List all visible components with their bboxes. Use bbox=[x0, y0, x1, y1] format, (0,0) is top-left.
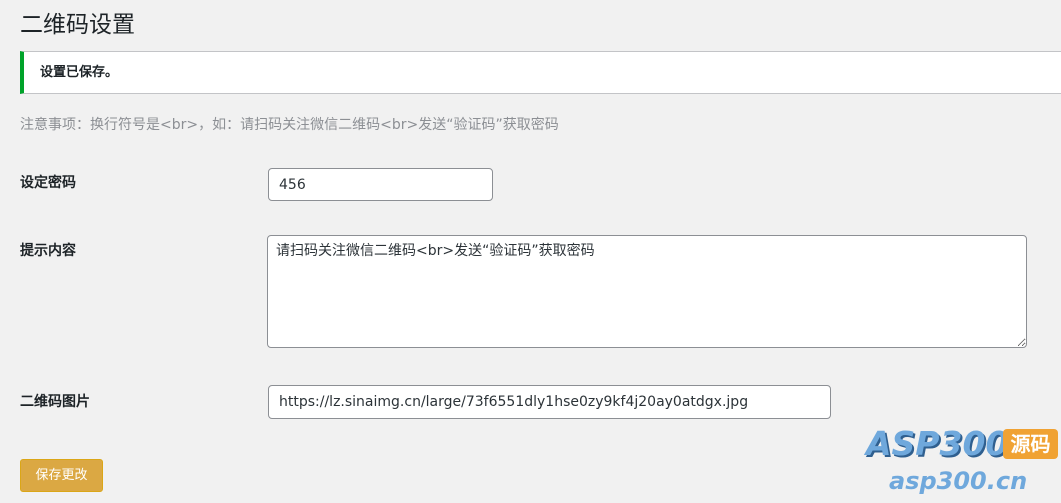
password-input[interactable] bbox=[268, 168, 493, 201]
success-notice: 设置已保存。 bbox=[20, 51, 1061, 94]
save-changes-button[interactable]: 保存更改 bbox=[20, 459, 103, 492]
watermark-badge: 源码 bbox=[1003, 429, 1058, 459]
notice-message: 设置已保存。 bbox=[40, 65, 119, 80]
tip-label: 提示内容 bbox=[20, 243, 76, 259]
usage-note: 注意事项：换行符号是<br>，如：请扫码关注微信二维码<br>发送“验证码”获取… bbox=[20, 117, 559, 133]
watermark-logo: ASP300 bbox=[866, 424, 1009, 463]
watermark-domain: asp300.cn bbox=[889, 467, 1028, 495]
tip-textarea[interactable]: 请扫码关注微信二维码<br>发送“验证码”获取密码 bbox=[267, 235, 1027, 348]
qrcode-image-label: 二维码图片 bbox=[20, 394, 90, 410]
qrcode-image-url-input[interactable] bbox=[268, 385, 831, 419]
password-label: 设定密码 bbox=[20, 175, 76, 191]
page-title: 二维码设置 bbox=[20, 12, 135, 38]
